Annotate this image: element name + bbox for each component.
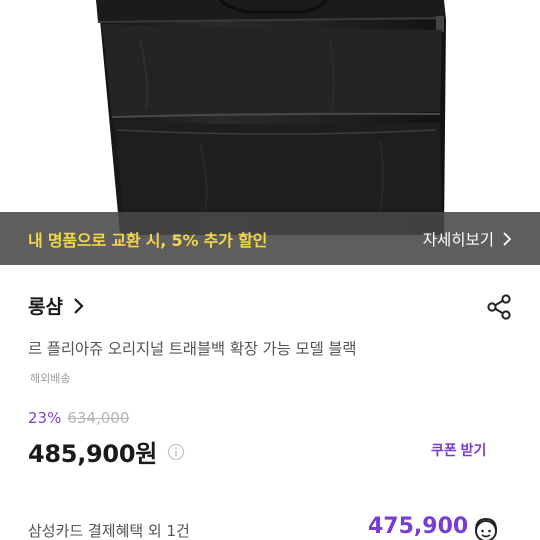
promo-banner[interactable]: 내 명품으로 교환 시, 5% 추가 할인 자세히보기 [0,212,540,265]
promo-link-label: 자세히보기 [422,230,494,249]
product-image[interactable]: 내 명품으로 교환 시, 5% 추가 할인 자세히보기 [0,0,540,265]
promo-text: 내 명품으로 교환 시, 5% 추가 할인 [28,230,268,250]
chevron-right-icon [74,297,84,314]
discount-row: 23% 634,000 [28,409,129,427]
original-price: 634,000 [67,409,130,427]
share-icon[interactable] [486,294,512,320]
sale-price: 485,900원 [28,440,157,468]
price-row: 485,900원 [28,434,185,469]
chevron-right-icon [503,231,512,246]
product-title: 르 플리아쥬 오리지널 트래블백 확장 가능 모델 블랙 [28,340,357,358]
discount-rate: 23% [28,409,62,427]
support-agent-icon[interactable] [470,514,502,540]
promo-details-link[interactable]: 자세히보기 [423,228,512,250]
card-benefit[interactable]: 삼성카드 결제혜택 외 1건 [28,520,190,540]
coupon-button[interactable]: 쿠폰 받기 [431,440,486,460]
shipping-badge: 해외배송 [30,372,71,385]
brand-link[interactable]: 롱샴 [28,292,85,319]
info-icon[interactable] [167,443,185,461]
brand-name: 롱샴 [28,296,63,318]
card-price: 475,900 [368,514,469,539]
